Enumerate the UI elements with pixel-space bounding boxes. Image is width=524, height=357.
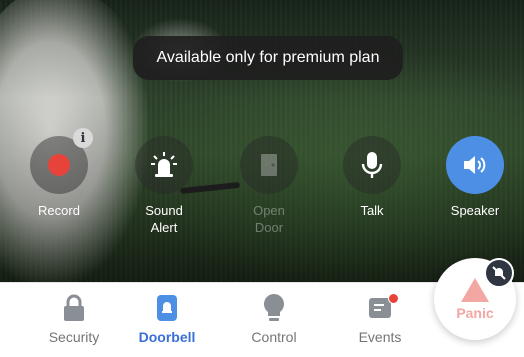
sound-alert-label: Sound Alert	[145, 203, 183, 235]
record-icon	[48, 154, 70, 176]
tab-control[interactable]: Control	[224, 291, 324, 345]
tab-security-icon-wrap	[24, 291, 124, 325]
talk-button-circle[interactable]	[343, 136, 401, 194]
tab-control-icon-wrap	[224, 291, 324, 325]
tab-doorbell-label: Doorbell	[138, 329, 196, 345]
mute-icon[interactable]	[484, 258, 514, 288]
speaker-button-circle[interactable]	[446, 136, 504, 194]
sound-alert-button-circle[interactable]	[135, 136, 193, 194]
open-door-button-circle[interactable]	[240, 136, 298, 194]
open-door-label: Open Door	[253, 203, 285, 235]
tab-events[interactable]: Events	[330, 291, 430, 345]
panic-label: Panic	[456, 305, 494, 321]
tab-doorbell[interactable]: Doorbell	[117, 291, 217, 345]
record-label: Record	[38, 203, 80, 218]
sound-alert-button[interactable]: Sound Alert	[124, 136, 204, 236]
speaker-label: Speaker	[450, 203, 500, 218]
record-button-circle[interactable]: i	[30, 128, 93, 194]
speaker-button[interactable]: Speaker	[435, 136, 515, 219]
info-icon[interactable]: i	[73, 128, 93, 148]
doorbell-icon	[157, 295, 177, 321]
talk-button[interactable]: Talk	[332, 136, 412, 219]
microphone-icon	[361, 152, 383, 178]
record-button[interactable]: i Record	[19, 128, 99, 219]
tab-events-icon-wrap	[330, 291, 430, 325]
video-feed[interactable]: Available only for premium plan i Record…	[0, 0, 524, 282]
tab-security[interactable]: Security	[24, 291, 124, 345]
bulb-icon	[264, 294, 284, 321]
tab-control-label: Control	[251, 329, 297, 345]
bell-off-icon	[492, 266, 506, 280]
tab-doorbell-icon-wrap	[117, 291, 217, 325]
speaker-icon	[464, 156, 486, 174]
siren-icon	[151, 152, 177, 177]
events-notification-dot	[388, 293, 399, 304]
premium-notice: Available only for premium plan	[133, 36, 403, 80]
open-door-button[interactable]: Open Door	[229, 136, 309, 236]
door-icon	[261, 154, 277, 176]
premium-notice-text: Available only for premium plan	[156, 49, 380, 66]
tab-events-label: Events	[358, 329, 402, 345]
talk-label: Talk	[360, 203, 384, 218]
tab-security-label: Security	[48, 329, 100, 345]
lock-icon	[64, 294, 84, 321]
